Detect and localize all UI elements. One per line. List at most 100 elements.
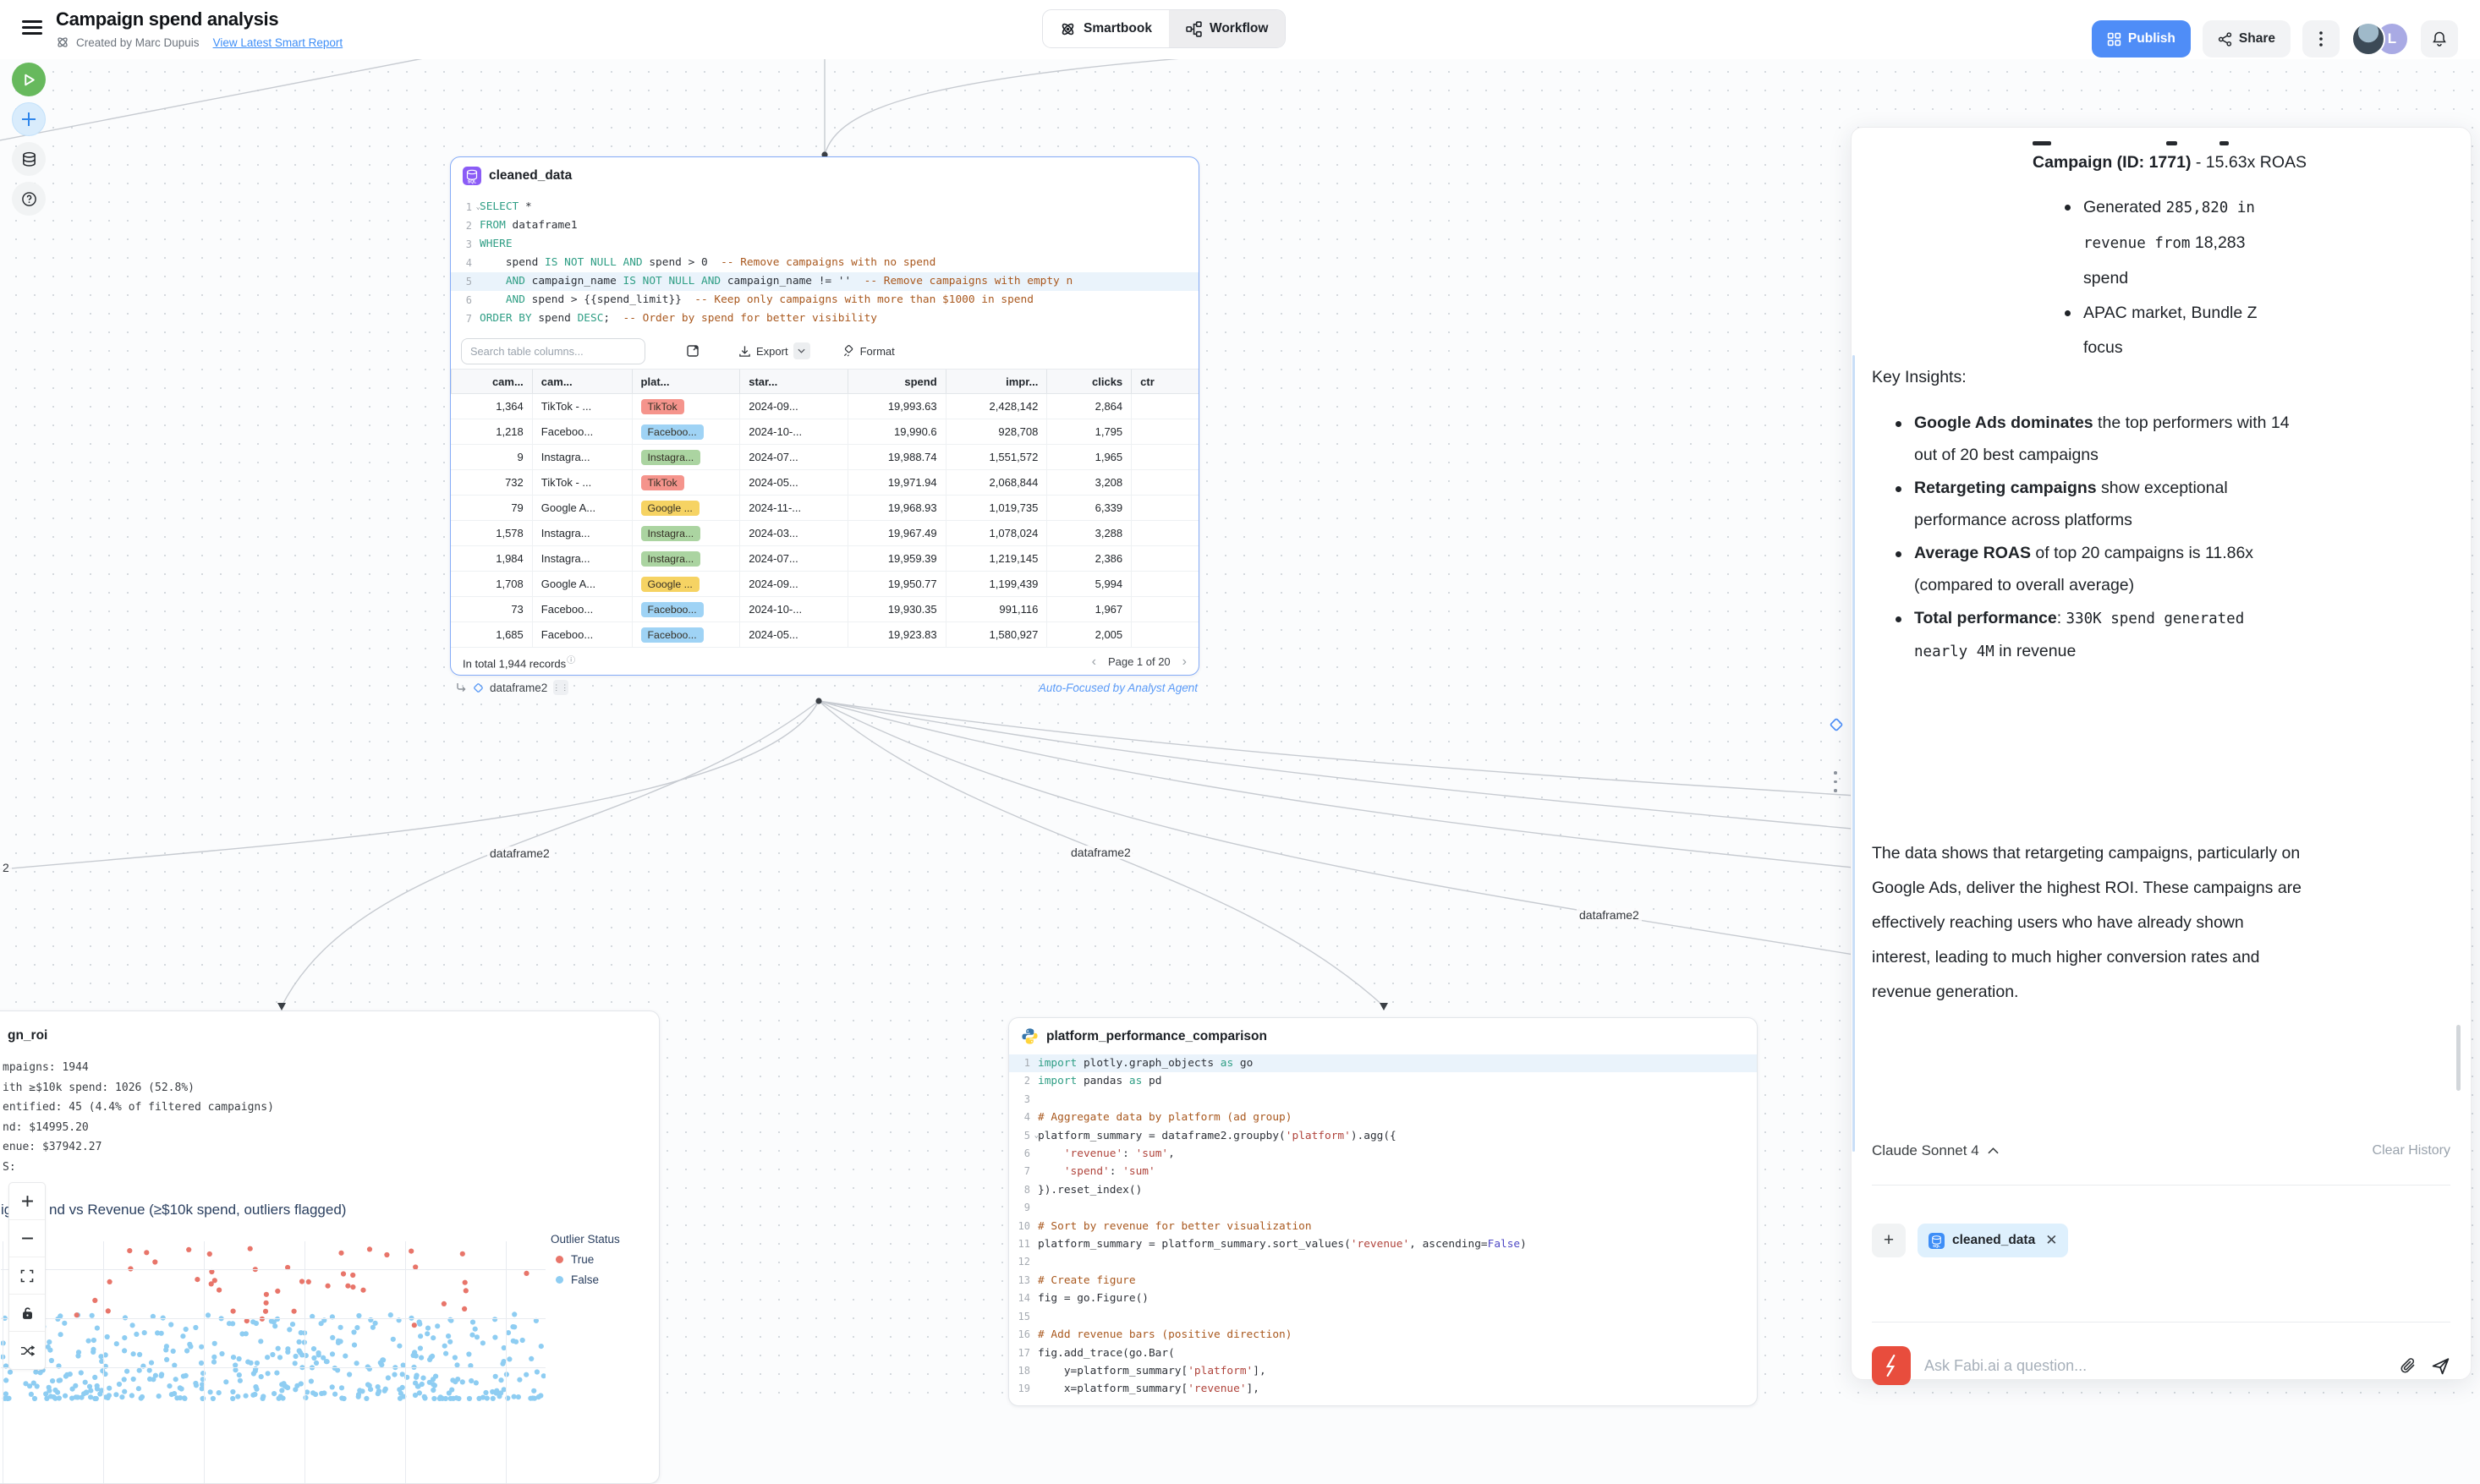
table-row[interactable]: 1,984Instagra...Instagra...2024-07...19,… <box>451 546 1199 572</box>
code-line[interactable]: 1import plotly.graph_objects as go <box>1009 1054 1757 1072</box>
smart-report-link[interactable]: View Latest Smart Report <box>213 36 343 49</box>
send-icon[interactable] <box>2431 1356 2450 1376</box>
data-sources-button[interactable] <box>12 142 46 176</box>
format-button[interactable]: Format <box>842 345 895 358</box>
share-button[interactable]: Share <box>2203 20 2291 57</box>
tab-smartbook[interactable]: Smartbook <box>1043 10 1169 47</box>
remove-context-icon[interactable]: ✕ <box>2045 1232 2057 1249</box>
code-line[interactable]: 4 spend IS NOT NULL AND spend > 0 -- Rem… <box>451 254 1199 272</box>
info-icon[interactable]: ⓘ <box>567 656 575 665</box>
code-line[interactable]: 7 'spend': 'sum' <box>1009 1163 1757 1180</box>
node-header[interactable]: platform_performance_comparison <box>1009 1018 1757 1054</box>
column-header[interactable]: cam... <box>451 370 532 393</box>
run-workflow-button[interactable] <box>12 63 46 96</box>
table-row[interactable]: 732TikTok - ...TikTok2024-05...19,971.94… <box>451 470 1199 496</box>
python-code-editor[interactable]: 1import plotly.graph_objects as go2impor… <box>1009 1054 1757 1399</box>
zoom-out-button[interactable] <box>9 1220 45 1257</box>
drag-handle-icon[interactable]: ⋮⋮ <box>553 680 568 695</box>
scatter-plot[interactable] <box>1 1241 546 1484</box>
export-button[interactable]: Export <box>738 342 810 359</box>
publish-button[interactable]: Publish <box>2092 20 2191 57</box>
scatter-point-false <box>483 1390 488 1395</box>
search-input[interactable] <box>461 338 645 364</box>
notifications-button[interactable] <box>2421 20 2458 57</box>
code-line[interactable]: 12 <box>1009 1253 1757 1271</box>
column-header[interactable]: clicks <box>1046 370 1131 393</box>
attachment-icon[interactable] <box>2399 1356 2417 1375</box>
table-row[interactable]: 73Faceboo...Faceboo...2024-10-...19,930.… <box>451 597 1199 622</box>
add-context-button[interactable]: + <box>1872 1224 1906 1257</box>
code-line[interactable]: 18 y=platform_summary['platform'], <box>1009 1362 1757 1380</box>
table-row[interactable]: 1,218Faceboo...Faceboo...2024-10-...19,9… <box>451 419 1199 445</box>
code-line[interactable]: 17fig.add_trace(go.Bar( <box>1009 1344 1757 1362</box>
code-line[interactable]: 6 'revenue': 'sum', <box>1009 1145 1757 1163</box>
lock-axes-button[interactable] <box>9 1295 45 1332</box>
add-node-button[interactable] <box>12 102 46 136</box>
code-line[interactable]: 1⌄SELECT * <box>451 198 1199 216</box>
code-line[interactable]: 14fig = go.Figure() <box>1009 1290 1757 1307</box>
code-line[interactable]: 6 AND spend > {{spend_limit}} -- Keep on… <box>451 291 1199 309</box>
ask-question-input[interactable] <box>1924 1357 2385 1375</box>
code-line[interactable]: 11platform_summary = platform_summary.so… <box>1009 1235 1757 1253</box>
code-line[interactable]: 4# Aggregate data by platform (ad group) <box>1009 1109 1757 1126</box>
column-header[interactable]: spend <box>848 370 946 393</box>
code-line[interactable]: 8}).reset_index() <box>1009 1181 1757 1199</box>
context-chip-cleaned-data[interactable]: SQL cleaned_data ✕ <box>1918 1224 2068 1257</box>
sql-code-editor[interactable]: 1⌄SELECT *2FROM dataframe13WHERE4 spend … <box>451 194 1199 333</box>
table-row[interactable]: 1,708Google A...Google ...2024-09...19,9… <box>451 572 1199 597</box>
node-campaign-roi[interactable]: gn_roi mpaigns: 1944 ith ≥$10k spend: 10… <box>0 1010 660 1484</box>
expand-table-icon[interactable] <box>686 344 700 358</box>
code-line[interactable]: 3 <box>1009 1091 1757 1109</box>
panel-drag-handle[interactable] <box>1834 771 1837 792</box>
code-line[interactable]: 2import pandas as pd <box>1009 1072 1757 1090</box>
prev-page-icon[interactable]: ‹ <box>1092 654 1096 670</box>
model-selector[interactable]: Claude Sonnet 4 <box>1872 1142 1999 1159</box>
legend-item-false[interactable]: False <box>551 1273 620 1286</box>
clear-history-button[interactable]: Clear History <box>2373 1143 2450 1158</box>
table-row[interactable]: 1,364TikTok - ...TikTok2024-09...19,993.… <box>451 394 1199 419</box>
node-port[interactable] <box>815 698 821 704</box>
column-header[interactable]: impr... <box>946 370 1047 393</box>
panel-scrollbar[interactable] <box>2456 1025 2461 1091</box>
code-line[interactable]: 5⌄platform_summary = dataframe2.groupby(… <box>1009 1127 1757 1145</box>
autoscale-button[interactable] <box>9 1257 45 1295</box>
chart-legend[interactable]: Outlier Status TrueFalse <box>551 1233 620 1286</box>
node-header[interactable]: SQL cleaned_data <box>451 157 1199 194</box>
code-line[interactable]: 7ORDER BY spend DESC; -- Order by spend … <box>451 309 1199 328</box>
code-line[interactable]: 5 AND campaign_name IS NOT NULL AND camp… <box>451 272 1199 291</box>
table-row[interactable]: 9Instagra...Instagra...2024-07...19,988.… <box>451 445 1199 470</box>
legend-item-true[interactable]: True <box>551 1253 620 1266</box>
shuffle-button[interactable] <box>9 1332 45 1369</box>
code-line[interactable]: 3WHERE <box>451 235 1199 254</box>
result-table[interactable]: cam...cam...plat...star...spendimpr...cl… <box>451 369 1199 648</box>
table-cell: 2,864 <box>1046 394 1131 419</box>
code-line[interactable]: 19 x=platform_summary['revenue'], <box>1009 1380 1757 1398</box>
code-line[interactable]: 9 <box>1009 1199 1757 1217</box>
column-header[interactable]: star... <box>739 370 848 393</box>
code-line[interactable]: 2FROM dataframe1 <box>451 216 1199 235</box>
help-button[interactable] <box>12 182 46 216</box>
code-line[interactable]: 15 <box>1009 1308 1757 1326</box>
avatar[interactable] <box>2351 22 2385 56</box>
node-platform-performance-comparison[interactable]: platform_performance_comparison 1import … <box>1008 1017 1758 1406</box>
column-header[interactable]: plat... <box>632 370 740 393</box>
export-chevron-icon[interactable] <box>793 342 810 359</box>
menu-icon[interactable] <box>22 20 42 36</box>
zoom-in-button[interactable] <box>9 1183 45 1220</box>
next-page-icon[interactable]: › <box>1182 654 1187 670</box>
plotly-modebar[interactable] <box>8 1182 46 1370</box>
anchor-diamond-icon[interactable] <box>1829 717 1844 732</box>
table-row[interactable]: 1,685Faceboo...Faceboo...2024-05...19,92… <box>451 622 1199 648</box>
table-row[interactable]: 79Google A...Google ...2024-11-...19,968… <box>451 496 1199 521</box>
node-cleaned-data[interactable]: SQL cleaned_data 1⌄SELECT *2FROM datafra… <box>450 156 1199 676</box>
column-header[interactable]: cam... <box>532 370 632 393</box>
column-header[interactable]: ctr <box>1131 370 1199 393</box>
code-line[interactable]: 13# Create figure <box>1009 1272 1757 1290</box>
more-menu-button[interactable] <box>2302 20 2340 57</box>
table-row[interactable]: 1,578Instagra...Instagra...2024-03...19,… <box>451 521 1199 546</box>
tab-workflow[interactable]: Workflow <box>1169 10 1285 47</box>
view-toggle[interactable]: Smartbook Workflow <box>1042 9 1286 48</box>
code-line[interactable]: 16# Add revenue bars (positive direction… <box>1009 1326 1757 1344</box>
output-dataframe-tag[interactable]: dataframe2 <box>490 682 547 694</box>
code-line[interactable]: 10# Sort by revenue for better visualiza… <box>1009 1218 1757 1235</box>
